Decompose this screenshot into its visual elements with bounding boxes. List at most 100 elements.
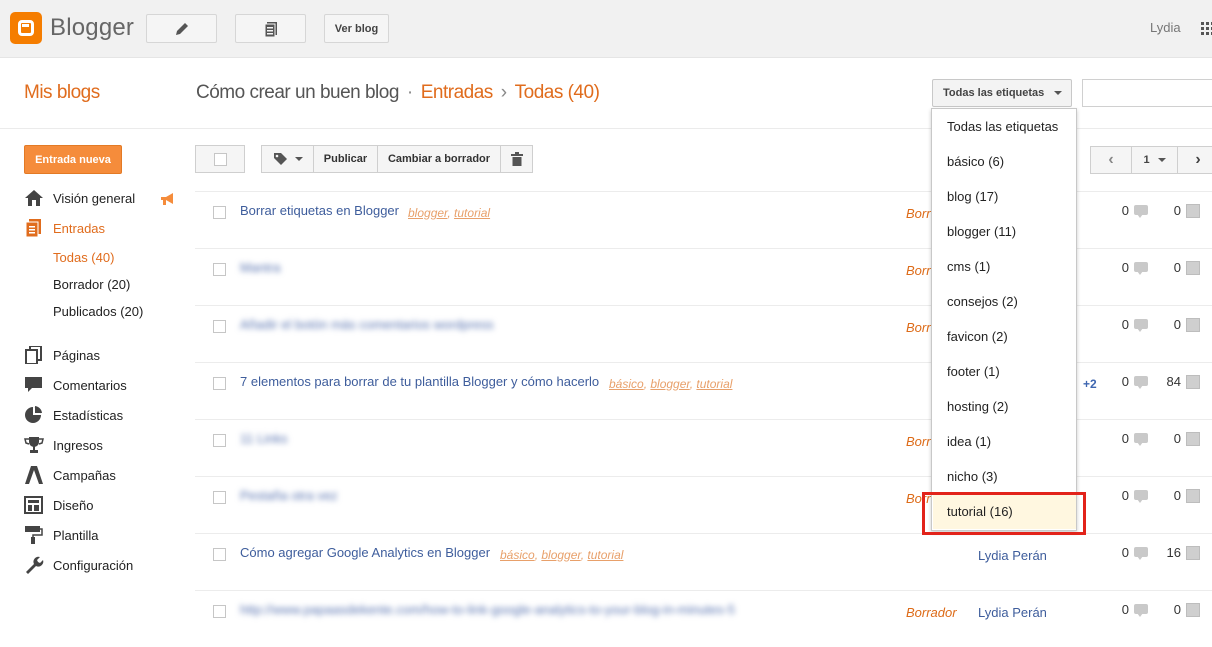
comment-bubble-icon[interactable] [1134,376,1148,389]
stats-chart-icon[interactable] [1186,375,1200,389]
caret-down-icon [294,157,303,161]
stats-chart-icon[interactable] [1186,318,1200,332]
sidebar-sub-all[interactable]: Todas (40) [53,250,114,265]
post-title-link[interactable]: Mantra [240,260,280,275]
delete-button[interactable] [500,145,533,173]
layout-icon [24,496,44,514]
share-count-link[interactable]: +2 [1083,377,1097,391]
tag-icon [273,153,287,165]
comment-bubble-icon[interactable] [1134,547,1148,560]
row-checkbox[interactable] [213,206,226,219]
label-option[interactable]: footer (1) [947,364,1000,379]
stats-chart-icon[interactable] [1186,432,1200,446]
posts-list-button[interactable] [235,14,306,43]
user-name[interactable]: Lydia [1150,20,1181,35]
apps-grid-icon[interactable] [1201,22,1212,35]
post-label-link[interactable]: básico [609,377,644,391]
sidebar-item-overview[interactable]: Visión general [24,189,135,207]
post-label-link[interactable]: blogger [650,377,689,391]
sidebar-item-layout[interactable]: Diseño [24,496,93,514]
publish-button[interactable]: Publicar [313,145,378,173]
label-option[interactable]: favicon (2) [947,329,1008,344]
sidebar-item-label: Comentarios [53,377,127,393]
label-filter-select[interactable]: Todas las etiquetas [932,79,1072,107]
label-option[interactable]: cms (1) [947,259,990,274]
post-label-link[interactable]: básico [500,548,535,562]
comment-count: 0 [1121,545,1129,560]
stats-chart-icon[interactable] [1186,204,1200,218]
post-status: Borr [906,434,931,449]
row-checkbox[interactable] [213,548,226,561]
post-author-link[interactable]: Lydia Perán [978,605,1047,620]
comment-bubble-icon[interactable] [1134,604,1148,617]
post-title-link[interactable]: Añadir el botón más comentarios wordpres… [240,317,494,332]
sidebar-sub-drafts[interactable]: Borrador (20) [53,277,130,292]
row-checkbox[interactable] [213,434,226,447]
row-checkbox[interactable] [213,377,226,390]
row-checkbox[interactable] [213,605,226,618]
new-post-button[interactable]: Entrada nueva [24,145,122,174]
blogger-logo-icon[interactable] [10,12,42,44]
app-name[interactable]: Blogger [50,14,134,42]
label-option[interactable]: básico (6) [947,154,1004,169]
stats-chart-icon[interactable] [1186,261,1200,275]
sidebar-item-settings[interactable]: Configuración [24,556,133,574]
view-count: 0 [1173,317,1181,332]
post-author-link[interactable]: Lydia Perán [978,548,1047,563]
label-option[interactable]: nicho (3) [947,469,998,484]
post-label-link[interactable]: blogger [541,548,580,562]
label-option[interactable]: blog (17) [947,189,998,204]
sidebar-item-stats[interactable]: Estadísticas [24,406,123,424]
prev-page-button[interactable]: ‹ [1090,146,1132,174]
sidebar-item-label: Estadísticas [53,407,124,423]
row-checkbox[interactable] [213,263,226,276]
sidebar-item-template[interactable]: Plantilla [24,526,99,544]
comment-bubble-icon[interactable] [1134,319,1148,332]
sidebar-item-comments[interactable]: Comentarios [24,376,127,394]
blog-name-link[interactable]: Cómo crear un buen blog [196,82,399,103]
sidebar-sub-published[interactable]: Publicados (20) [53,304,143,319]
row-checkbox[interactable] [213,491,226,504]
page-select[interactable]: 1 [1131,146,1178,174]
post-label-link[interactable]: tutorial [587,548,623,562]
comment-bubble-icon[interactable] [1134,205,1148,218]
label-option[interactable]: blogger (11) [947,224,1016,239]
row-checkbox[interactable] [213,320,226,333]
label-option[interactable]: hosting (2) [947,399,1008,414]
search-input[interactable] [1082,79,1212,107]
post-label-link[interactable]: tutorial [454,206,490,220]
megaphone-icon[interactable] [160,193,176,205]
post-title-link[interactable]: http://www.papaasdekente.com/how-to-link… [240,602,735,617]
comment-bubble-icon[interactable] [1134,490,1148,503]
caret-down-icon [1054,91,1063,95]
sidebar-item-label: Plantilla [53,527,99,543]
sidebar-item-campaigns[interactable]: Campañas [24,466,116,484]
label-option[interactable]: consejos (2) [947,294,1018,309]
sidebar-item-posts[interactable]: Entradas [24,219,105,238]
sidebar-item-pages[interactable]: Páginas [24,345,100,365]
stats-chart-icon[interactable] [1186,489,1200,503]
label-menu-button[interactable] [261,145,314,173]
comment-bubble-icon[interactable] [1134,433,1148,446]
post-label-link[interactable]: tutorial [696,377,732,391]
post-title-link[interactable]: Borrar etiquetas en Blogger [240,203,399,218]
post-title-link[interactable]: Cómo agregar Google Analytics en Blogger [240,545,490,560]
posts-section-link[interactable]: Entradas [421,82,494,103]
post-title-link[interactable]: 11 Links [240,431,287,446]
stats-chart-icon[interactable] [1186,546,1200,560]
my-blogs-link[interactable]: Mis blogs [24,82,100,104]
view-blog-button[interactable]: Ver blog [324,14,389,43]
comment-bubble-icon[interactable] [1134,262,1148,275]
post-label-link[interactable]: blogger [408,206,447,220]
stats-chart-icon[interactable] [1186,603,1200,617]
new-post-pencil-button[interactable] [146,14,217,43]
documents-icon [264,21,277,37]
next-page-button[interactable]: › [1177,146,1212,174]
post-title-link[interactable]: Pestaña otra vez [240,488,338,503]
sidebar-item-earnings[interactable]: Ingresos [24,436,103,454]
label-option[interactable]: idea (1) [947,434,991,449]
revert-to-draft-button[interactable]: Cambiar a borrador [377,145,501,173]
select-all-checkbox[interactable] [195,145,245,173]
post-title-link[interactable]: 7 elementos para borrar de tu plantilla … [240,374,599,389]
label-option[interactable]: Todas las etiquetas [947,119,1058,134]
